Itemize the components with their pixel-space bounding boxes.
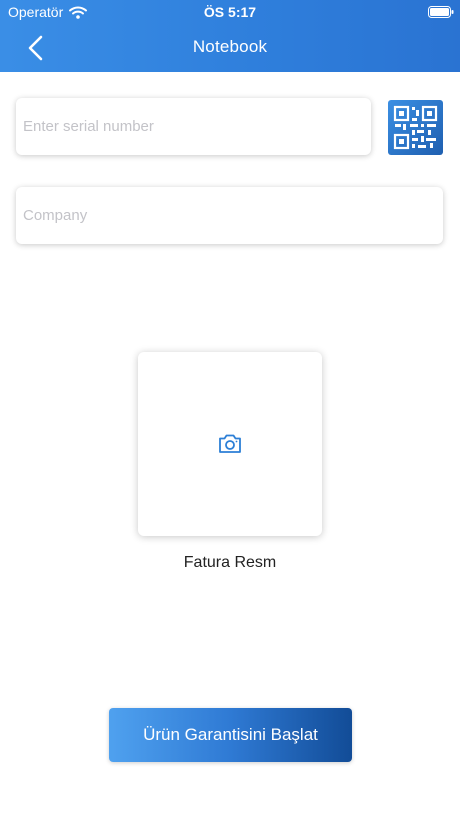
qr-code-icon[interactable] [388, 100, 443, 155]
page-title: Notebook [192, 37, 268, 56]
camera-icon [219, 434, 241, 453]
status-bar: Operatör ÖS 5:17 [0, 0, 460, 24]
company-field[interactable] [16, 187, 443, 244]
serial-number-input[interactable] [16, 98, 371, 155]
navigation-bar: Notebook [0, 24, 460, 72]
battery-icon [428, 6, 454, 18]
company-input[interactable] [16, 187, 443, 244]
header: Operatör ÖS 5:17 Notebook [0, 0, 460, 72]
start-warranty-button[interactable]: Ürün Garantisini Başlat [109, 708, 352, 762]
serial-number-field[interactable] [16, 98, 371, 155]
app-screen: Operatör ÖS 5:17 Notebook Enter serial n… [0, 0, 460, 818]
status-time: ÖS 5:17 [203, 4, 257, 20]
invoice-photo-label: Fatura Resm [183, 554, 277, 571]
start-warranty-label: Ürün Garantisini Başlat [143, 725, 318, 744]
invoice-photo-picker[interactable] [138, 352, 322, 536]
